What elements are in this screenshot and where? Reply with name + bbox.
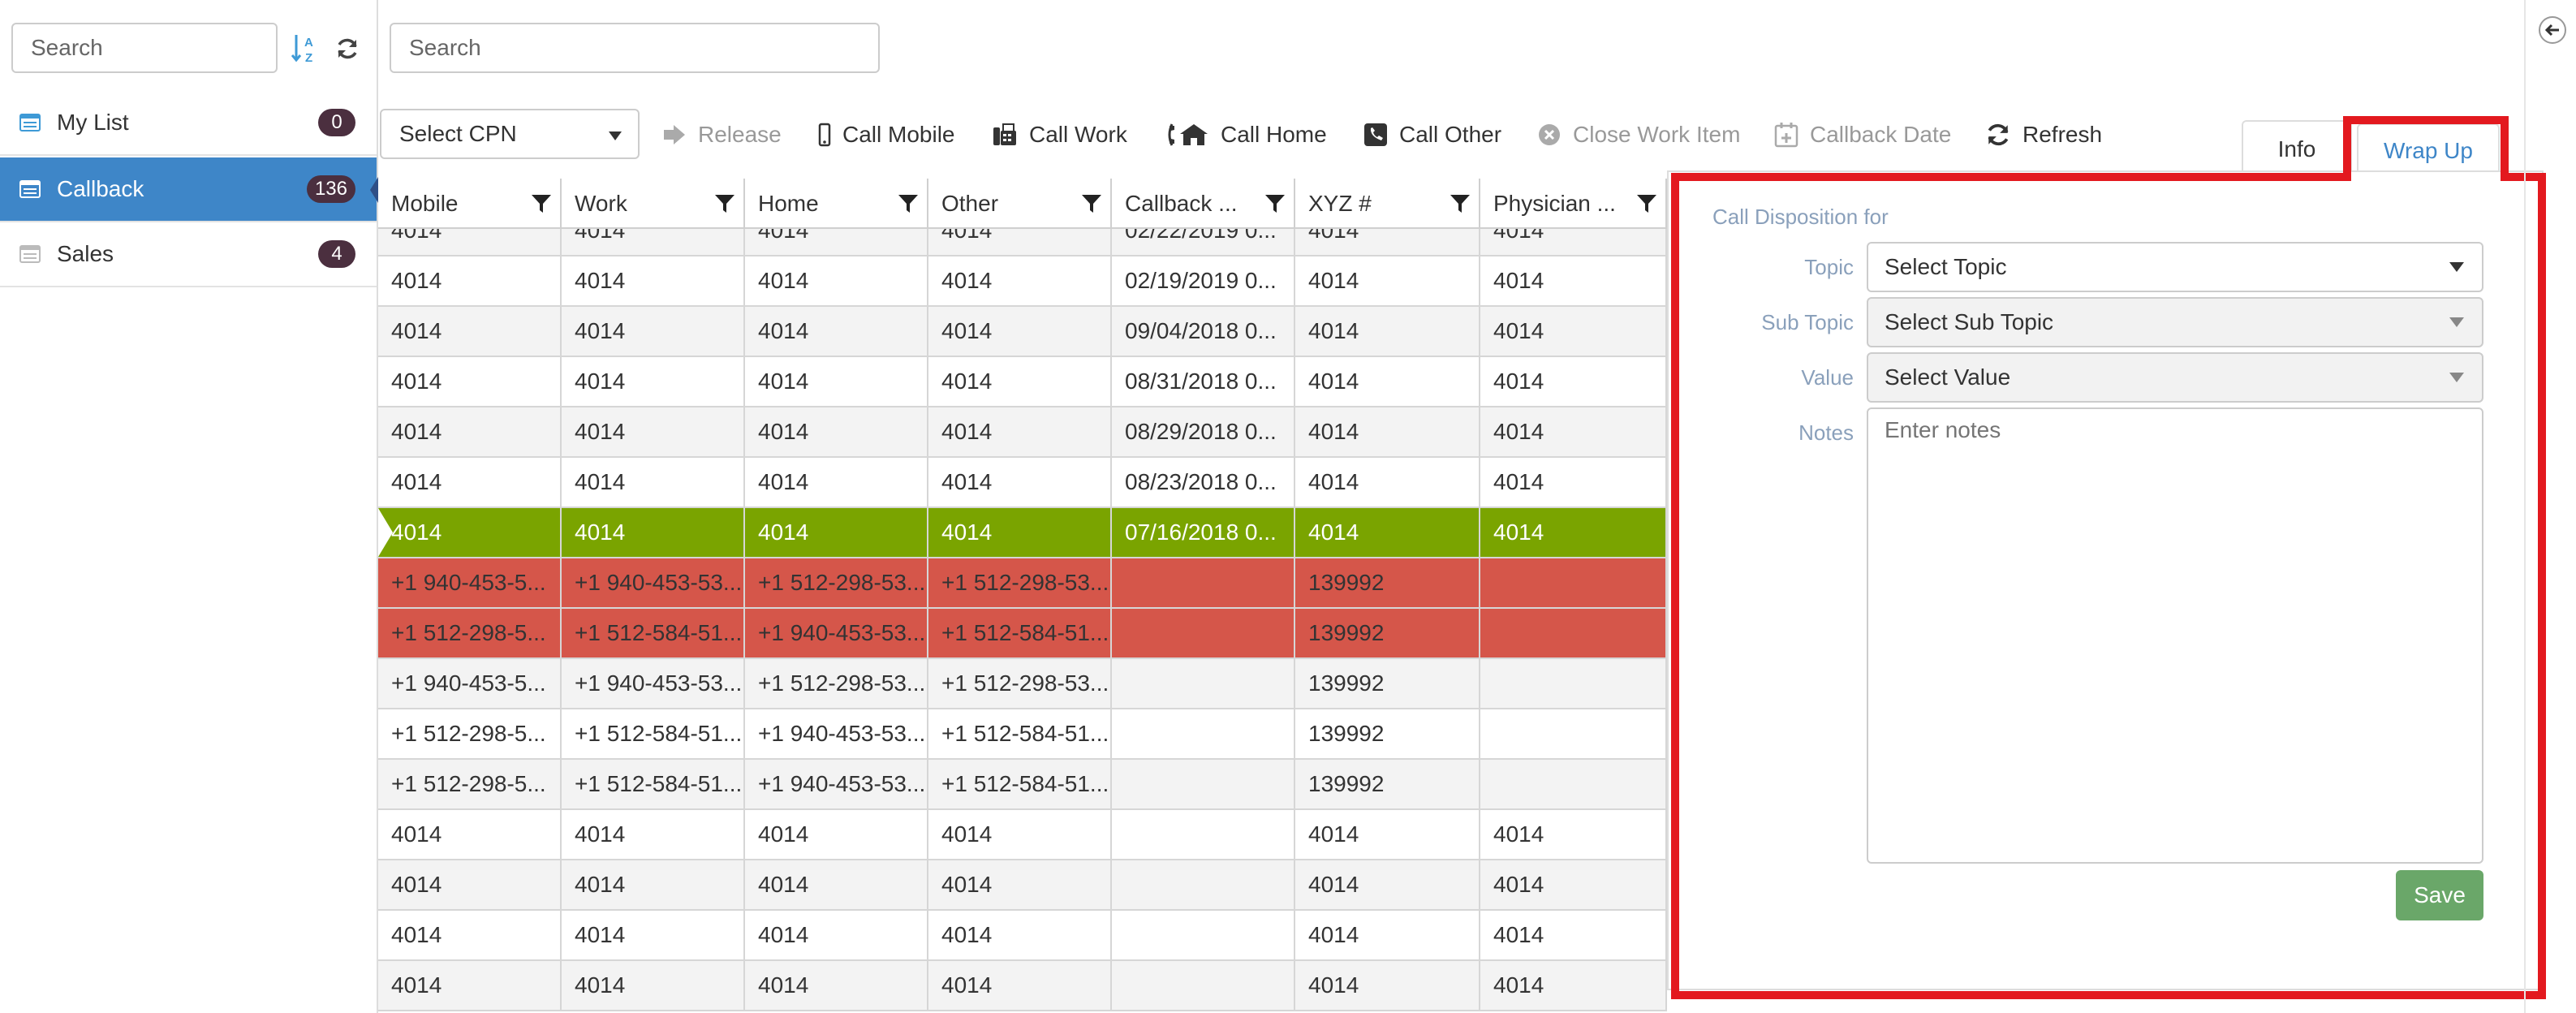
column-header[interactable]: XYZ # (1295, 179, 1480, 229)
column-header-label: Physician ... (1493, 191, 1616, 216)
column-header[interactable]: Home (745, 179, 928, 229)
filter-icon[interactable] (1264, 193, 1286, 214)
column-header[interactable]: Mobile (378, 179, 562, 229)
filter-icon[interactable] (1081, 193, 1102, 214)
filter-icon[interactable] (714, 193, 735, 214)
filter-icon[interactable] (898, 193, 919, 214)
column-header-label: Work (575, 191, 627, 216)
collapse-arrow-icon[interactable] (2539, 16, 2566, 44)
column-header-label: Other (941, 191, 999, 216)
filter-icon[interactable] (531, 193, 552, 214)
grid-header: Mobile Work Home Other Callback ... XYZ # Phys… (378, 179, 1667, 229)
highlight-outline (1671, 116, 2546, 999)
column-header-label: Home (758, 191, 819, 216)
column-header[interactable]: Physician ... (1480, 179, 1667, 229)
right-strip-divider (2524, 0, 2526, 1013)
column-header-label: Mobile (391, 191, 459, 216)
column-header[interactable]: Other (928, 179, 1112, 229)
column-header[interactable]: Callback ... (1112, 179, 1295, 229)
column-header-label: XYZ # (1308, 191, 1372, 216)
filter-icon[interactable] (1636, 193, 1657, 214)
column-header[interactable]: Work (562, 179, 745, 229)
filter-icon[interactable] (1450, 193, 1471, 214)
column-header-label: Callback ... (1125, 191, 1238, 216)
